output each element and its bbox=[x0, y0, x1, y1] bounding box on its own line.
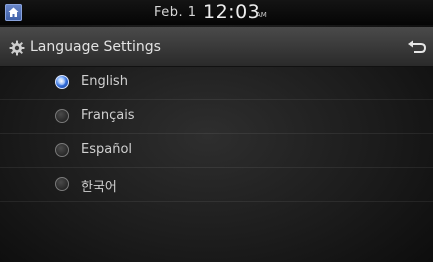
radio-button[interactable] bbox=[55, 177, 69, 191]
status-bar: Feb. 1 12:03 AM bbox=[0, 0, 433, 25]
language-option-english[interactable]: English bbox=[0, 66, 433, 100]
gear-icon bbox=[9, 40, 25, 56]
language-option-korean[interactable]: 한국어 bbox=[0, 168, 433, 202]
back-arrow-icon bbox=[408, 40, 427, 53]
language-label: English bbox=[81, 74, 128, 89]
ampm-text: AM bbox=[256, 11, 267, 19]
home-button[interactable] bbox=[5, 4, 22, 21]
language-option-francais[interactable]: Français bbox=[0, 100, 433, 134]
screen: Feb. 1 12:03 AM Language Settings Englis… bbox=[0, 0, 433, 262]
radio-button[interactable] bbox=[55, 109, 69, 123]
radio-button[interactable] bbox=[55, 143, 69, 157]
time-text: 12:03 bbox=[203, 1, 261, 23]
page-title: Language Settings bbox=[30, 39, 161, 55]
language-label: Français bbox=[81, 108, 135, 123]
language-label: 한국어 bbox=[81, 180, 117, 195]
language-label: Español bbox=[81, 142, 133, 157]
language-option-espanol[interactable]: Español bbox=[0, 134, 433, 168]
back-button[interactable] bbox=[403, 39, 429, 57]
home-icon bbox=[8, 7, 19, 17]
radio-button-selected[interactable] bbox=[55, 75, 69, 89]
date-text: Feb. 1 bbox=[154, 5, 197, 20]
